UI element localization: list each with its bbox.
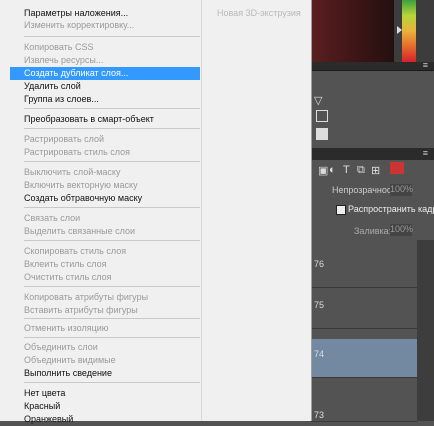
menu-separator <box>24 36 200 37</box>
layer-row[interactable]: 74 <box>310 339 417 378</box>
menu-item[interactable]: Создать обтравочную маску <box>10 192 200 205</box>
menu-item[interactable]: Удалить слой <box>10 80 200 93</box>
filter-shape-icon[interactable]: ⧉ <box>357 164 365 177</box>
menu-item[interactable]: Копировать CSS <box>10 41 200 54</box>
layer-number: 73 <box>314 410 325 420</box>
propagate-checkbox[interactable] <box>336 205 346 215</box>
menu-item[interactable]: Изменить корректировку... <box>10 19 200 32</box>
menu-item[interactable]: Извлечь ресурсы... <box>10 54 200 67</box>
menu-item[interactable]: Нет цвета <box>10 387 200 400</box>
menu-separator <box>24 240 200 241</box>
menu-separator <box>24 337 200 338</box>
menu-separator <box>24 382 200 383</box>
grid-adjust-icon[interactable] <box>316 110 328 122</box>
fill-label: Заливка: <box>354 226 392 236</box>
filter-toggle-icon[interactable]: . <box>390 162 404 174</box>
propagate-row: Распространить кадр 1 <box>310 200 434 220</box>
fill-row: Заливка: 100% <box>310 220 434 240</box>
menu-item[interactable]: Выключить слой-маску <box>10 166 200 179</box>
menu-item[interactable]: Создать дубликат слоя... <box>10 67 200 80</box>
menu-separator <box>24 318 200 319</box>
panel-divider-bar: ≡ <box>310 60 434 71</box>
layer-row[interactable]: 76 <box>310 249 417 288</box>
menu-separator <box>24 108 200 109</box>
layers-menu-icon[interactable]: ≡ <box>423 148 428 158</box>
panel-menu-icon[interactable]: ≡ <box>423 60 428 70</box>
filter-smart-icon[interactable]: ⊞ <box>371 164 380 177</box>
layers-scrollbar[interactable] <box>417 240 434 421</box>
menu-item[interactable]: Выполнить сведение <box>10 367 200 380</box>
menu-item[interactable]: Вклеить стиль слоя <box>10 258 200 271</box>
menu-item[interactable]: Включить векторную маску <box>10 179 200 192</box>
menu-item[interactable]: Объединить видимые <box>10 354 200 367</box>
layer-row[interactable]: 73 <box>310 400 417 422</box>
layer-context-menu: Новая 3D-экструзия Параметры наложения..… <box>0 0 312 424</box>
layer-number: 74 <box>314 349 325 359</box>
menu-item[interactable]: Растрировать слой <box>10 133 200 146</box>
adjustments-panel: ▽ <box>310 78 434 148</box>
menu-item[interactable]: Отменить изоляцию <box>10 322 200 335</box>
menu-separator <box>24 161 200 162</box>
layer-row[interactable]: 75 <box>310 290 417 329</box>
layers-panel-tabs: ≡ <box>310 148 434 160</box>
hue-slider-handle-icon[interactable] <box>397 26 402 34</box>
menu-item[interactable]: Группа из слоев... <box>10 93 200 106</box>
filter-type-icon[interactable]: T <box>343 164 350 176</box>
menu-separator <box>24 128 200 129</box>
opacity-row: Непрозрачность: 100% <box>310 180 434 200</box>
square-adjust-icon[interactable] <box>316 128 328 140</box>
menu-item[interactable]: Копировать атрибуты фигуры <box>10 291 200 304</box>
menu-separator <box>24 207 200 208</box>
menu-item[interactable]: Оранжевый <box>10 413 200 426</box>
fill-input[interactable]: 100% <box>390 224 413 236</box>
opacity-input[interactable]: 100% <box>390 184 413 196</box>
layer-number: 76 <box>314 259 325 269</box>
menu-item[interactable]: Связать слои <box>10 212 200 225</box>
menu-item[interactable]: Красный <box>10 400 200 413</box>
menu-item[interactable]: Выделить связанные слои <box>10 225 200 238</box>
triangle-adjust-icon[interactable]: ▽ <box>314 94 324 107</box>
filter-pixel-icon[interactable]: ▣ <box>318 164 328 177</box>
menu-item[interactable]: Вставить атрибуты фигуры <box>10 304 200 317</box>
menu-column-divider <box>201 0 202 421</box>
menu-item[interactable]: Растрировать стиль слоя <box>10 146 200 159</box>
menu-item[interactable]: Очистить стиль слоя <box>10 271 200 284</box>
menu-item[interactable]: Объединить слои <box>10 341 200 354</box>
filter-adjust-icon[interactable]: ◐ <box>329 164 336 176</box>
menu-separator <box>24 286 200 287</box>
menu-item[interactable]: Скопировать стиль слоя <box>10 245 200 258</box>
menu-side-ghost-label: Новая 3D-экструзия <box>217 8 301 18</box>
hue-slider[interactable] <box>402 0 416 62</box>
menu-item[interactable]: Преобразовать в смарт-объект <box>10 113 200 126</box>
color-field[interactable] <box>312 0 394 62</box>
propagate-label: Распространить кадр 1 <box>348 204 434 214</box>
layer-number: 75 <box>314 300 325 310</box>
